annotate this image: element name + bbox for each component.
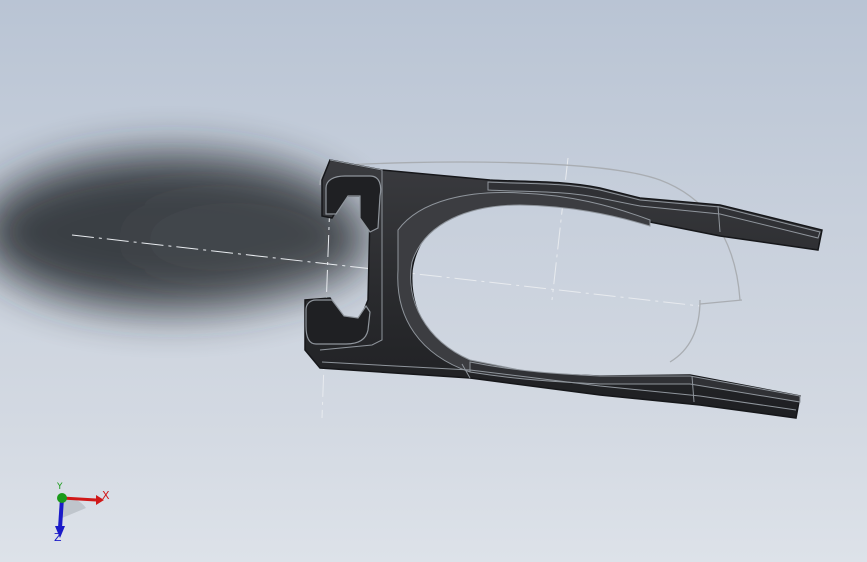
lower-slot bbox=[305, 299, 371, 345]
part-shadow bbox=[0, 154, 370, 310]
fork-part bbox=[304, 159, 823, 419]
model-view bbox=[0, 154, 823, 419]
z-axis-label: Z bbox=[54, 531, 62, 544]
graphics-viewport[interactable]: X Y Z bbox=[0, 0, 867, 562]
y-axis-label: Y bbox=[57, 482, 63, 492]
y-axis-arrow bbox=[57, 493, 67, 503]
reference-triad: X Y Z bbox=[40, 478, 120, 548]
saddle-face bbox=[397, 192, 651, 377]
x-axis-label: X bbox=[102, 489, 110, 502]
x-axis-arrow bbox=[61, 496, 97, 502]
